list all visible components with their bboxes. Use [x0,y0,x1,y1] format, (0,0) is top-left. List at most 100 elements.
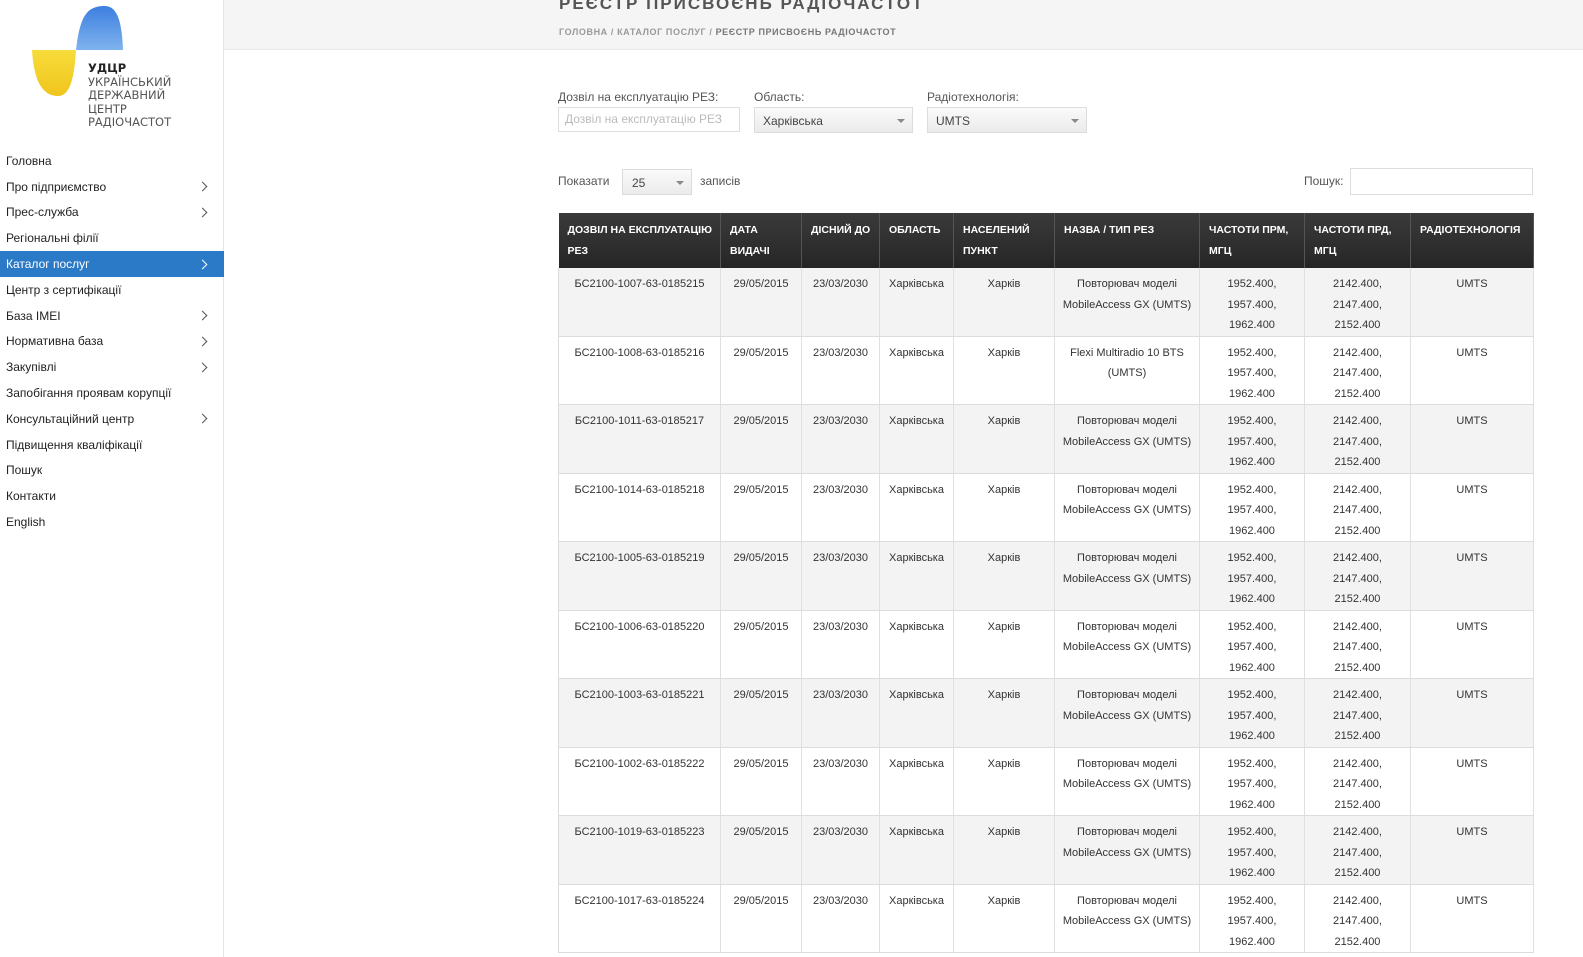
table-cell: Харків [953,747,1055,816]
table-cell: 29/05/2015 [720,884,802,953]
logo-line: УКРАЇНСЬКИЙ [88,74,172,89]
sidebar-item[interactable]: База IMEI [0,303,224,329]
sidebar-item[interactable]: Центр з сертифікації [0,277,224,303]
sidebar-item[interactable]: Контакти [0,483,224,509]
tech-select[interactable]: UMTS [927,107,1087,133]
table-cell: 2142.400, 2147.400, 2152.400 [1304,268,1411,337]
table-cell: 2142.400, 2147.400, 2152.400 [1304,404,1411,474]
sidebar-item[interactable]: Закупівлі [0,354,224,380]
table-cell: Харків [953,473,1055,542]
permit-filter-input[interactable]: Дозвіл на експлуатацію РЕЗ [558,107,740,132]
page-title: РЕЄСТР ПРИСВОЄНЬ РАДІОЧАСТОТ [559,0,925,13]
chevron-right-icon [197,362,208,373]
chevron-right-icon [197,310,208,321]
sidebar-item[interactable]: Запобігання проявам корупції [0,380,224,406]
table-cell: БС2100-1011-63-0185217 [558,404,721,474]
table-cell: БС2100-1014-63-0185218 [558,473,721,542]
breadcrumb-home[interactable]: ГОЛОВНА [559,27,608,37]
sidebar-item-label: Про підприємство [6,179,107,194]
table-row: БС2100-1017-63-0185224 29/05/2015 23/03/20… [558,884,1534,953]
table-cell: 23/03/2030 [801,336,880,405]
table-cell: 29/05/2015 [720,610,802,679]
table-cell: Повторювач моделі MobileAccess GX (UMTS) [1054,884,1200,953]
region-select[interactable]: Харківська [754,107,913,133]
sidebar-item[interactable]: Регіональні філії [0,225,224,251]
tech-filter-label: Радіотехнологія: [927,90,1019,104]
table-cell: 2142.400, 2147.400, 2152.400 [1304,473,1411,542]
page-size-label: Показати [558,174,610,188]
table-cell: БС2100-1008-63-0185216 [558,336,721,405]
table-cell: Харків [953,610,1055,679]
table-cell: 23/03/2030 [801,268,880,337]
table-cell: UMTS [1410,336,1534,405]
table-cell: UMTS [1410,268,1534,337]
permit-filter-label: Дозвіл на експлуатацію РЕЗ: [558,90,719,104]
table-cell: 29/05/2015 [720,678,802,748]
column-header[interactable]: РАДІОТЕХНОЛОГІЯ [1410,213,1534,268]
breadcrumb-catalog[interactable]: КАТАЛОГ ПОСЛУГ [617,27,706,37]
sidebar-item[interactable]: Головна [0,148,224,174]
sidebar-item[interactable]: Нормативна база [0,329,224,355]
table-cell: 2142.400, 2147.400, 2152.400 [1304,541,1411,611]
table-cell: 29/05/2015 [720,541,802,611]
table-row: БС2100-1011-63-0185217 29/05/2015 23/03/20… [558,404,1534,474]
table-row: БС2100-1019-63-0185223 29/05/2015 23/03/20… [558,815,1534,885]
table-cell: 23/03/2030 [801,404,880,474]
search-input[interactable] [1350,168,1533,195]
table-cell: БС2100-1006-63-0185220 [558,610,721,679]
table-cell: 1952.400, 1957.400, 1962.400 [1199,473,1305,542]
sidebar-item[interactable]: Пошук [0,458,224,484]
chevron-right-icon [197,181,208,192]
page-size-select[interactable]: 25 [622,169,692,195]
table-cell: Повторювач моделі MobileAccess GX (UMTS) [1054,404,1200,474]
table-row: БС2100-1008-63-0185216 29/05/2015 23/03/20… [558,336,1534,405]
sidebar-item-label: Консультаційний центр [6,411,135,426]
column-header[interactable]: ЧАСТОТИ ПРМ, МГЦ [1199,213,1305,268]
table-cell: Харків [953,884,1055,953]
breadcrumb-separator: / [706,27,716,37]
table-cell: 23/03/2030 [801,541,880,611]
table-cell: 29/05/2015 [720,473,802,542]
table-row: БС2100-1007-63-0185215 29/05/2015 23/03/20… [558,268,1534,337]
column-header[interactable]: ДОЗВІЛ НА ЕКСПЛУАТАЦІЮ РЕЗ [558,213,721,268]
logo-abbr: УДЦР [88,61,127,75]
sidebar-item[interactable]: Про підприємство [0,174,224,200]
table-cell: Харківська [879,884,954,953]
table-cell: Повторювач моделі MobileAccess GX (UMTS) [1054,747,1200,816]
sidebar-item[interactable]: English [0,509,224,535]
table-cell: БС2100-1007-63-0185215 [558,268,721,337]
table-cell: UMTS [1410,815,1534,885]
table-cell: 1952.400, 1957.400, 1962.400 [1199,610,1305,679]
table-cell: 1952.400, 1957.400, 1962.400 [1199,541,1305,611]
column-header[interactable]: НАСЕЛЕНИЙ ПУНКТ [953,213,1055,268]
sidebar-item[interactable]: Каталог послуг [0,251,224,277]
table-cell: Харківська [879,815,954,885]
table-cell: 1952.400, 1957.400, 1962.400 [1199,747,1305,816]
chevron-right-icon [197,336,208,347]
table-cell: Харківська [879,268,954,337]
sidebar-item[interactable]: Прес-служба [0,200,224,226]
sidebar-item-label: Підвищення кваліфікації [6,437,143,452]
records-label: записів [700,174,741,188]
sidebar-item-label: Каталог послуг [6,257,90,272]
table-cell: UMTS [1410,404,1534,474]
logo-line: РАДІОЧАСТОТ [88,115,172,129]
sidebar-item[interactable]: Підвищення кваліфікації [0,432,224,458]
column-header[interactable]: ДІСНИЙ ДО [801,213,880,268]
tech-select-value: UMTS [936,114,970,128]
sidebar-item-label: Прес-служба [6,205,79,220]
column-header[interactable]: ДАТА ВИДАЧІ [720,213,802,268]
chevron-down-icon [897,119,905,123]
sidebar-item-label: Нормативна база [6,334,104,349]
table-cell: Харків [953,336,1055,405]
column-header[interactable]: НАЗВА / ТИП РЕЗ [1054,213,1200,268]
sidebar-item[interactable]: Консультаційний центр [0,406,224,432]
column-header[interactable]: ОБЛАСТЬ [879,213,954,268]
table-cell: Харківська [879,610,954,679]
table-cell: БС2100-1019-63-0185223 [558,815,721,885]
sidebar-item-label: English [6,515,46,530]
table-cell: 23/03/2030 [801,884,880,953]
column-header[interactable]: ЧАСТОТИ ПРД, МГЦ [1304,213,1411,268]
table-cell: 1952.400, 1957.400, 1962.400 [1199,678,1305,748]
table-cell: UMTS [1410,610,1534,679]
